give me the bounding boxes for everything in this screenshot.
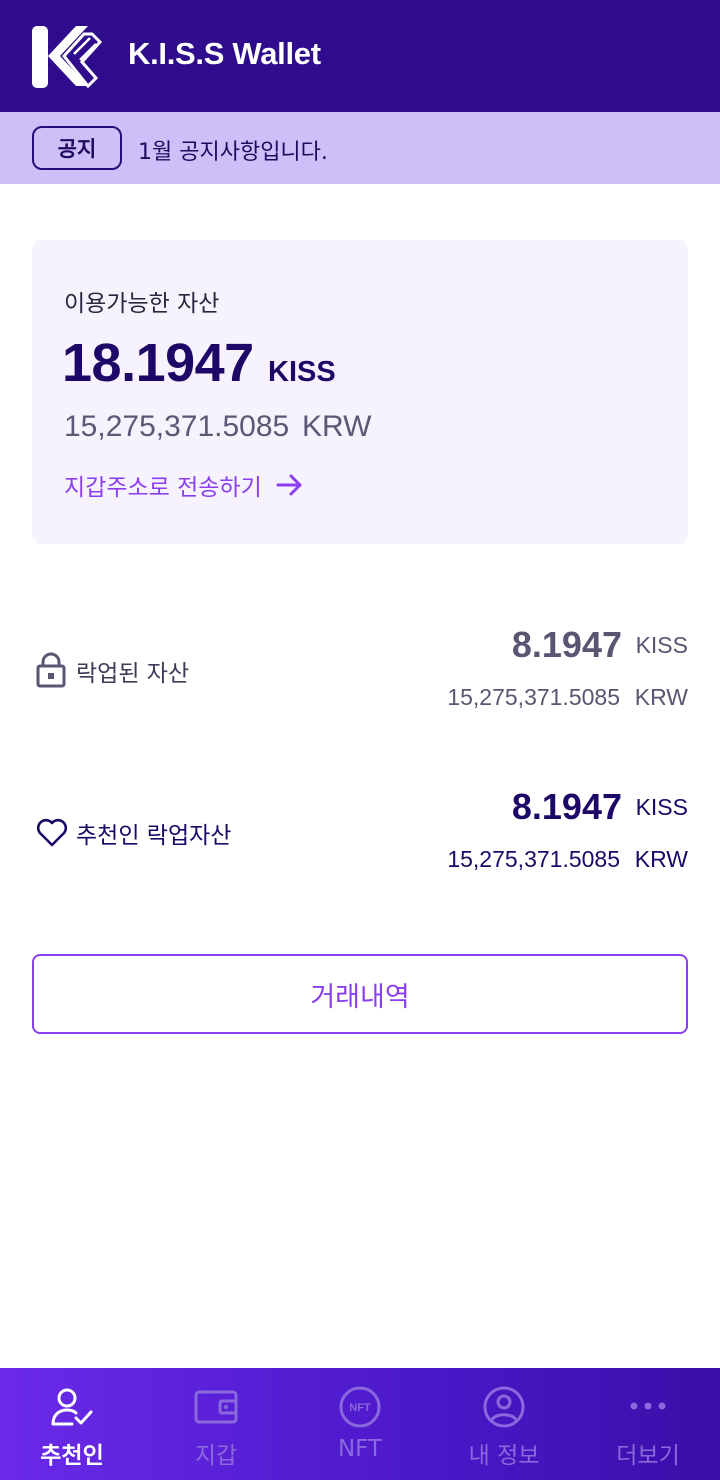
nav-label-wallet: 지갑 xyxy=(194,1443,238,1469)
nav-item-referral[interactable]: 추천인 xyxy=(0,1368,144,1480)
heart-icon xyxy=(36,818,68,847)
transaction-history-button[interactable]: 거래내역 xyxy=(32,954,688,1034)
locked-asset-amount: 8.1947 xyxy=(511,624,622,665)
referral-locked-asset-amount: 8.1947 xyxy=(511,786,622,827)
available-asset-amount: 18.1947 xyxy=(62,333,254,393)
profile-icon xyxy=(483,1386,525,1428)
nav-item-my-info[interactable]: 내 정보 xyxy=(432,1368,576,1480)
locked-asset-krw-unit: KRW xyxy=(634,684,688,710)
send-to-address-label: 지갑주소로 전송하기 xyxy=(64,475,262,501)
locked-asset-unit: KISS xyxy=(635,632,688,658)
bottom-nav: 추천인 지갑 NFT NFT 내 정보 더보기 xyxy=(0,1368,720,1480)
referral-locked-asset-krw-unit: KRW xyxy=(634,846,688,872)
referral-locked-asset-row: 추천인 락업자산 8.1947 KISS 15,275,371.5085 KRW xyxy=(32,786,688,896)
locked-asset-label: 락업된 자산 xyxy=(76,661,190,687)
notice-text[interactable]: 1월 공지사항입니다. xyxy=(138,134,328,166)
locked-asset-krw: 15,275,371.5085 xyxy=(447,684,620,710)
arrow-right-icon xyxy=(276,474,302,496)
available-asset-krw-unit: KRW xyxy=(302,410,372,443)
nav-item-more[interactable]: 더보기 xyxy=(576,1368,720,1480)
referral-locked-asset-unit: KISS xyxy=(635,794,688,820)
locked-asset-row: 락업된 자산 8.1947 KISS 15,275,371.5085 KRW xyxy=(32,624,688,734)
available-asset-card: 이용가능한 자산 18.1947 KISS 15,275,371.5085 KR… xyxy=(32,240,688,544)
kiss-logo-icon xyxy=(32,26,103,89)
nav-item-nft[interactable]: NFT NFT xyxy=(288,1368,432,1480)
send-to-address-link[interactable]: 지갑주소로 전송하기 xyxy=(64,468,304,502)
referral-locked-asset-label: 추천인 락업자산 xyxy=(76,823,232,849)
available-asset-krw: 15,275,371.5085 xyxy=(64,410,290,443)
wallet-icon xyxy=(194,1390,238,1424)
app-title: K.I.S.S Wallet xyxy=(128,36,321,71)
referral-locked-asset-krw: 15,275,371.5085 xyxy=(447,846,620,872)
notice-bar[interactable]: 공지 1월 공지사항입니다. xyxy=(0,112,720,184)
available-asset-label: 이용가능한 자산 xyxy=(64,291,220,317)
more-icon xyxy=(630,1402,666,1410)
nav-item-wallet[interactable]: 지갑 xyxy=(144,1368,288,1480)
app-header: K.I.S.S Wallet xyxy=(0,0,720,112)
notice-badge: 공지 xyxy=(32,126,122,170)
lock-icon xyxy=(36,652,66,688)
nav-label-more: 더보기 xyxy=(616,1443,680,1469)
nav-label-my-info: 내 정보 xyxy=(468,1443,540,1469)
nav-label-referral: 추천인 xyxy=(40,1443,104,1469)
available-asset-unit: KISS xyxy=(268,356,336,388)
user-check-icon xyxy=(51,1388,93,1426)
nft-icon: NFT xyxy=(339,1386,381,1428)
nav-label-nft: NFT xyxy=(337,1436,383,1462)
svg-text:NFT: NFT xyxy=(349,1402,371,1414)
